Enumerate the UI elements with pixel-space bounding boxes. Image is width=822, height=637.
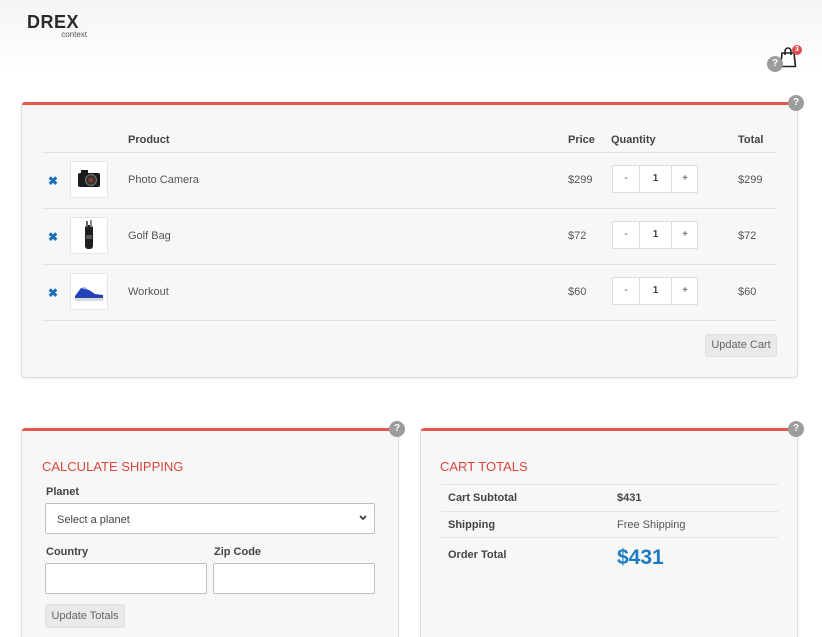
increase-quantity-button[interactable]: + bbox=[671, 166, 698, 192]
help-icon[interactable]: ? bbox=[389, 421, 405, 437]
product-name[interactable]: Golf Bag bbox=[128, 230, 171, 242]
shipping-label: Shipping bbox=[448, 519, 496, 531]
cart-count-badge: 3 bbox=[792, 45, 802, 55]
quantity-stepper: - 1 + bbox=[612, 277, 698, 305]
remove-item-icon[interactable]: ✖ bbox=[48, 286, 58, 300]
remove-item-icon[interactable]: ✖ bbox=[48, 174, 58, 188]
column-header-quantity: Quantity bbox=[611, 134, 656, 146]
quantity-input[interactable]: 1 bbox=[640, 222, 671, 248]
column-header-total: Total bbox=[738, 134, 764, 146]
help-icon[interactable]: ? bbox=[788, 95, 804, 111]
camera-image[interactable] bbox=[70, 161, 108, 198]
chevron-down-icon bbox=[358, 511, 368, 528]
order-total-value: $431 bbox=[617, 546, 664, 569]
decrease-quantity-button[interactable]: - bbox=[613, 166, 640, 192]
shipping-title: CALCULATE SHIPPING bbox=[42, 459, 184, 474]
product-total: $60 bbox=[738, 286, 757, 298]
golf-bag-image[interactable] bbox=[70, 217, 108, 254]
cart-subtotal-label: Cart Subtotal bbox=[448, 492, 518, 504]
row-divider bbox=[42, 320, 777, 321]
row-divider bbox=[42, 208, 777, 209]
planet-select[interactable]: Select a planet bbox=[45, 503, 375, 534]
panel-accent-bar bbox=[22, 102, 797, 105]
cart-subtotal-value: $431 bbox=[617, 492, 642, 504]
product-price: $299 bbox=[568, 174, 593, 186]
country-field[interactable] bbox=[45, 563, 207, 594]
update-cart-button[interactable]: Update Cart bbox=[705, 334, 777, 357]
row-divider bbox=[441, 537, 778, 538]
cart-table-panel: Product Price Quantity Total ✖ Photo Cam… bbox=[21, 102, 798, 378]
shipping-value: Free Shipping bbox=[617, 519, 686, 531]
quantity-stepper: - 1 + bbox=[612, 221, 698, 249]
row-divider bbox=[42, 264, 777, 265]
product-name[interactable]: Photo Camera bbox=[128, 174, 199, 186]
order-total-label: Order Total bbox=[448, 549, 507, 561]
product-total: $72 bbox=[738, 230, 757, 242]
zip-code-label: Zip Code bbox=[214, 546, 262, 558]
increase-quantity-button[interactable]: + bbox=[671, 278, 698, 304]
column-header-product: Product bbox=[128, 134, 170, 146]
brand-tagline: context bbox=[61, 30, 87, 39]
quantity-stepper: - 1 + bbox=[612, 165, 698, 193]
country-label: Country bbox=[46, 546, 89, 558]
row-divider bbox=[42, 152, 777, 153]
column-header-price: Price bbox=[568, 134, 595, 146]
update-totals-button[interactable]: Update Totals bbox=[45, 604, 125, 628]
help-icon[interactable]: ? bbox=[788, 421, 804, 437]
planet-label: Planet bbox=[46, 486, 80, 498]
brand-logo[interactable]: DREX context bbox=[27, 12, 91, 42]
brand-name: DREX bbox=[27, 12, 80, 32]
quantity-input[interactable]: 1 bbox=[640, 166, 671, 192]
row-divider bbox=[441, 484, 778, 485]
remove-item-icon[interactable]: ✖ bbox=[48, 230, 58, 244]
increase-quantity-button[interactable]: + bbox=[671, 222, 698, 248]
product-price: $72 bbox=[568, 230, 587, 242]
planet-select-value: Select a planet bbox=[57, 514, 130, 526]
product-price: $60 bbox=[568, 286, 587, 298]
cart-totals-panel: CART TOTALS Cart Subtotal $431 Shipping … bbox=[420, 428, 798, 637]
sneaker-image[interactable] bbox=[70, 273, 108, 310]
totals-title: CART TOTALS bbox=[440, 459, 528, 474]
product-name[interactable]: Workout bbox=[128, 286, 169, 298]
zip-code-field[interactable] bbox=[213, 563, 375, 594]
help-icon[interactable]: ? bbox=[767, 56, 783, 72]
panel-accent-bar bbox=[421, 428, 797, 431]
calculate-shipping-panel: CALCULATE SHIPPING Planet Select a plane… bbox=[21, 428, 399, 637]
quantity-input[interactable]: 1 bbox=[640, 278, 671, 304]
panel-accent-bar bbox=[22, 428, 398, 431]
decrease-quantity-button[interactable]: - bbox=[613, 222, 640, 248]
decrease-quantity-button[interactable]: - bbox=[613, 278, 640, 304]
row-divider bbox=[441, 511, 778, 512]
product-total: $299 bbox=[738, 174, 763, 186]
